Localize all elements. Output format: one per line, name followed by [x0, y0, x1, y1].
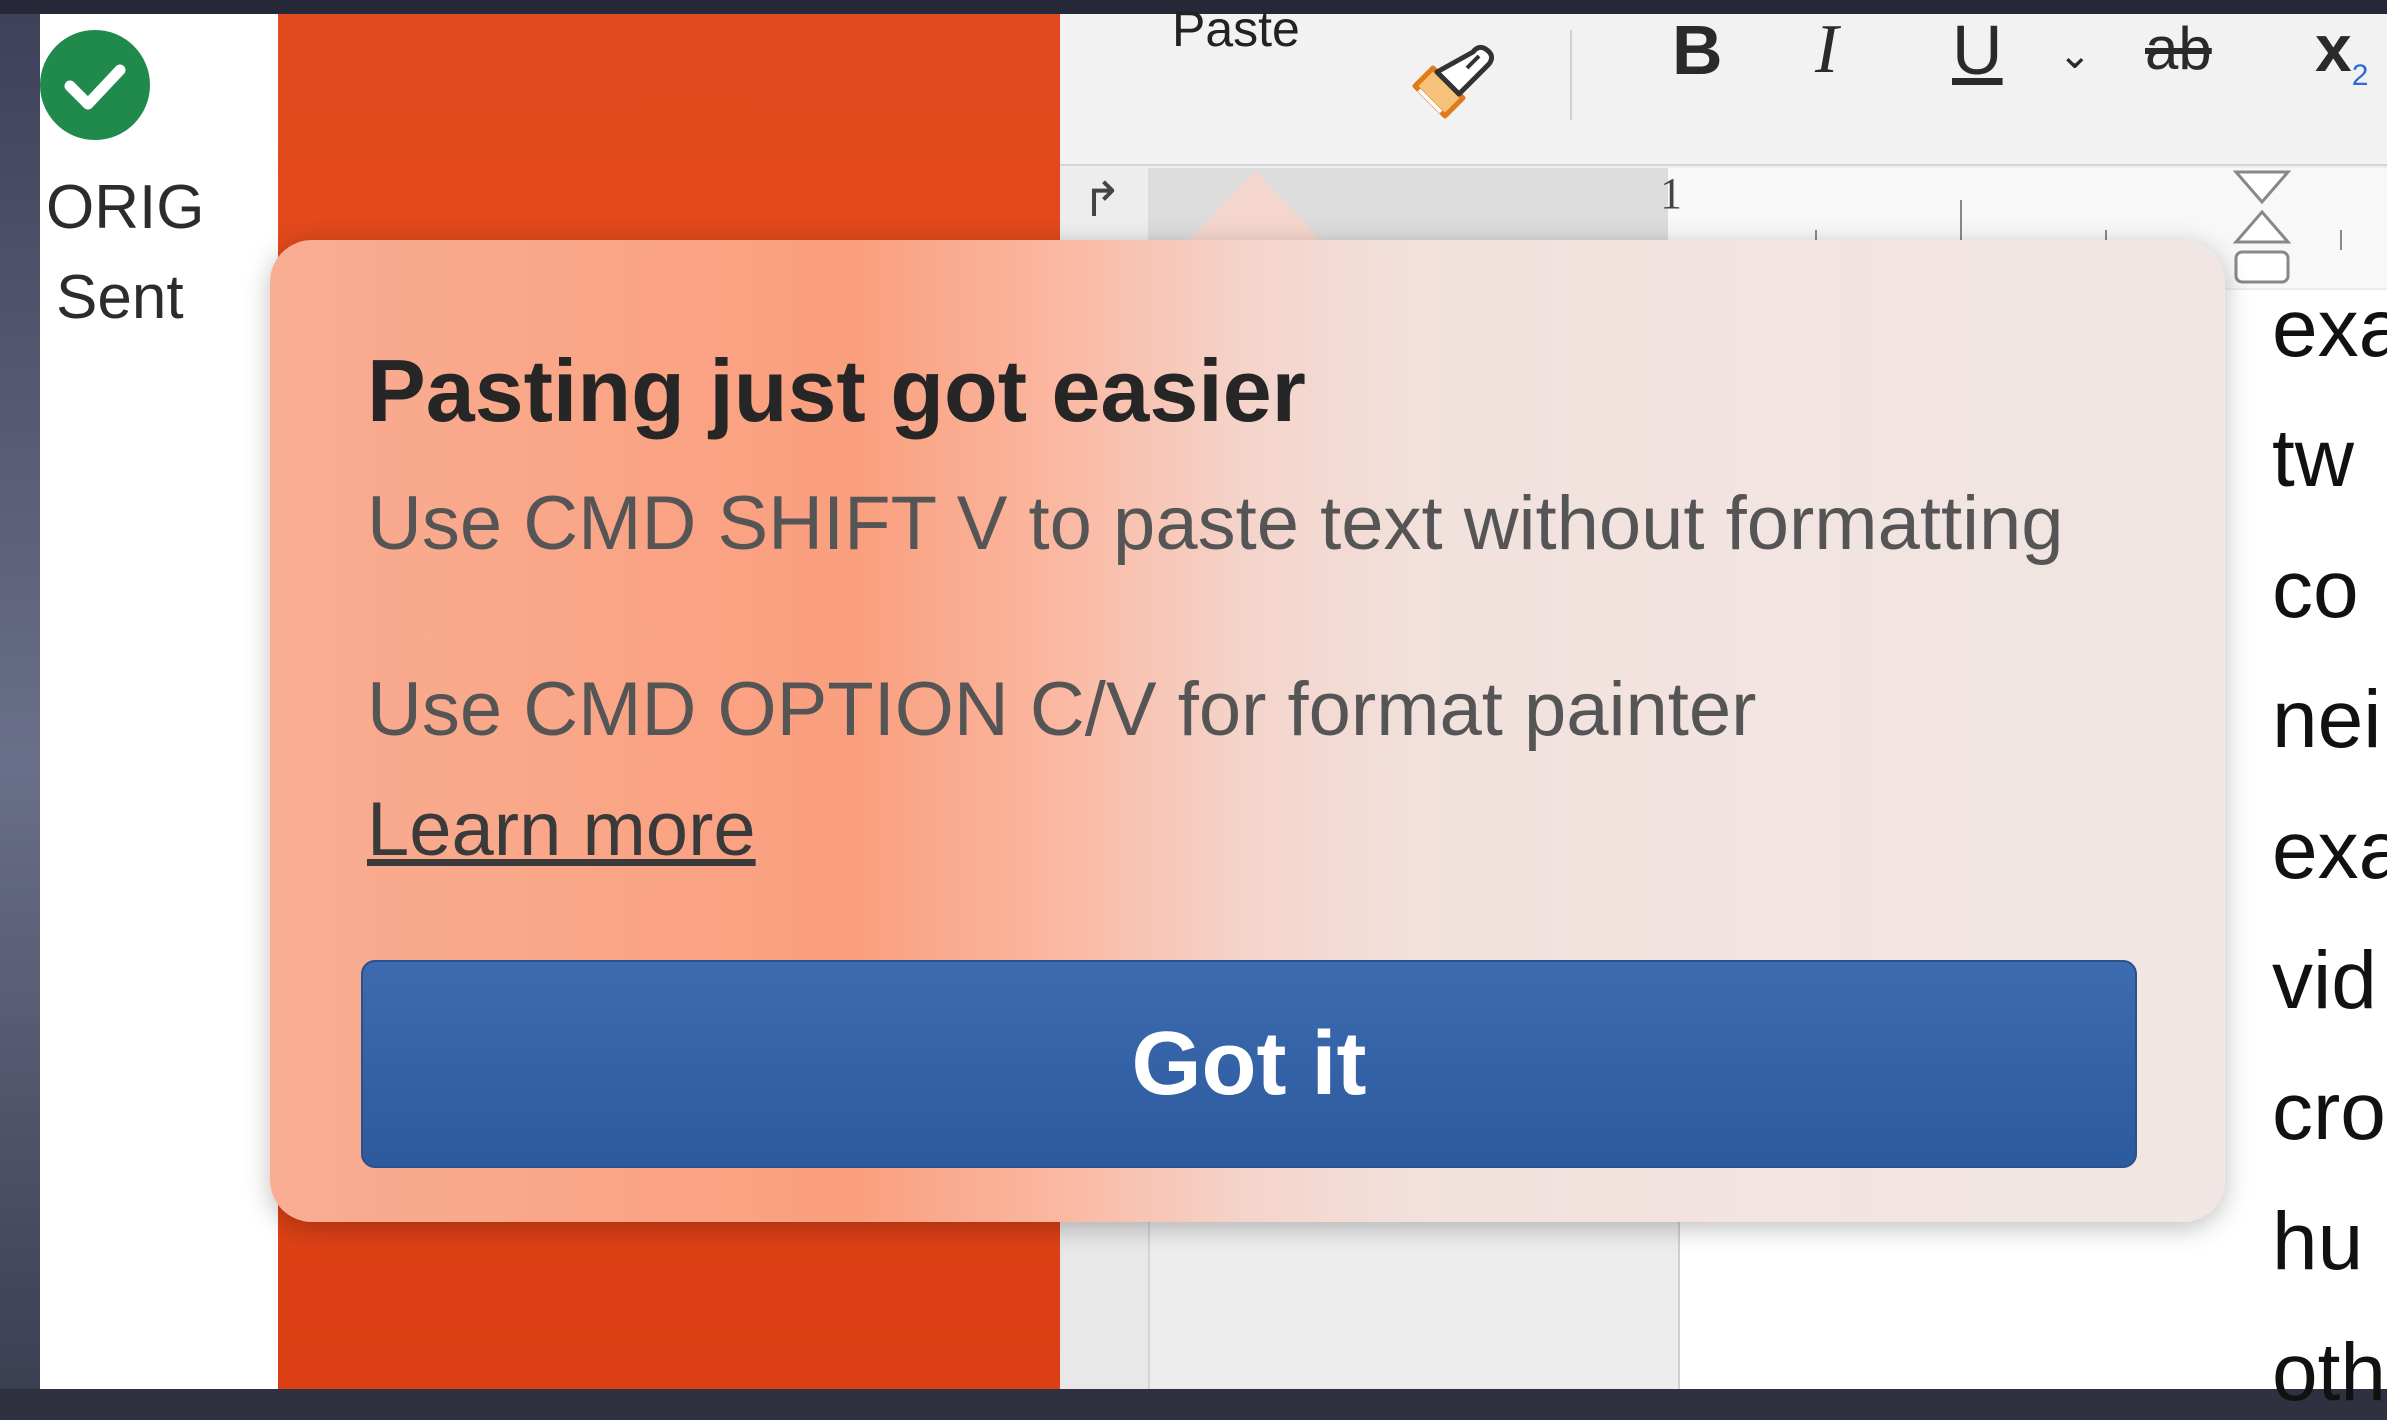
- chevron-down-icon[interactable]: ⌄: [2058, 32, 2092, 78]
- checkmark-icon: [40, 30, 150, 140]
- indent-marker-icon[interactable]: [2232, 168, 2292, 293]
- underline-button[interactable]: U: [1952, 10, 2003, 90]
- popover-tip-format-painter: Use CMD OPTION C/V for format painter: [367, 667, 1757, 752]
- ruler-tick: [2340, 230, 2342, 250]
- document-text-line[interactable]: tw: [2272, 412, 2354, 506]
- document-text-line[interactable]: co: [2272, 543, 2359, 637]
- subscript-label: x: [2315, 11, 2352, 85]
- popover-title: Pasting just got easier: [367, 341, 1306, 440]
- ruler-number: 1: [1660, 169, 1682, 218]
- learn-more-link[interactable]: Learn more: [367, 786, 756, 873]
- bold-button[interactable]: B: [1672, 10, 1723, 90]
- sent-folder-label[interactable]: Sent: [56, 262, 184, 333]
- document-text-line[interactable]: cro: [2272, 1065, 2386, 1159]
- popover-tip-paste: Use CMD SHIFT V to paste text without fo…: [367, 481, 2064, 566]
- document-text-line[interactable]: exa: [2272, 282, 2387, 376]
- got-it-button[interactable]: Got it: [361, 960, 2137, 1168]
- document-text-line[interactable]: hu: [2272, 1195, 2363, 1289]
- subscript-button[interactable]: x2: [2315, 10, 2368, 93]
- document-text-line[interactable]: vid: [2272, 934, 2377, 1028]
- document-text-line[interactable]: oth: [2272, 1326, 2386, 1420]
- document-text-line[interactable]: nei: [2272, 673, 2381, 767]
- tab-stop-icon[interactable]: ↱: [1082, 172, 1122, 228]
- subscript-index: 2: [2351, 59, 2369, 93]
- toolbar-separator: [1570, 30, 1572, 120]
- document-text-line[interactable]: exa: [2272, 804, 2387, 898]
- paste-button[interactable]: Paste: [1172, 0, 1300, 58]
- italic-button[interactable]: I: [1815, 10, 1838, 90]
- status-label: ORIG: [46, 173, 205, 242]
- strikethrough-button[interactable]: ab: [2145, 14, 2212, 83]
- format-painter-icon[interactable]: [1405, 34, 1505, 129]
- desktop-background: [0, 0, 40, 1389]
